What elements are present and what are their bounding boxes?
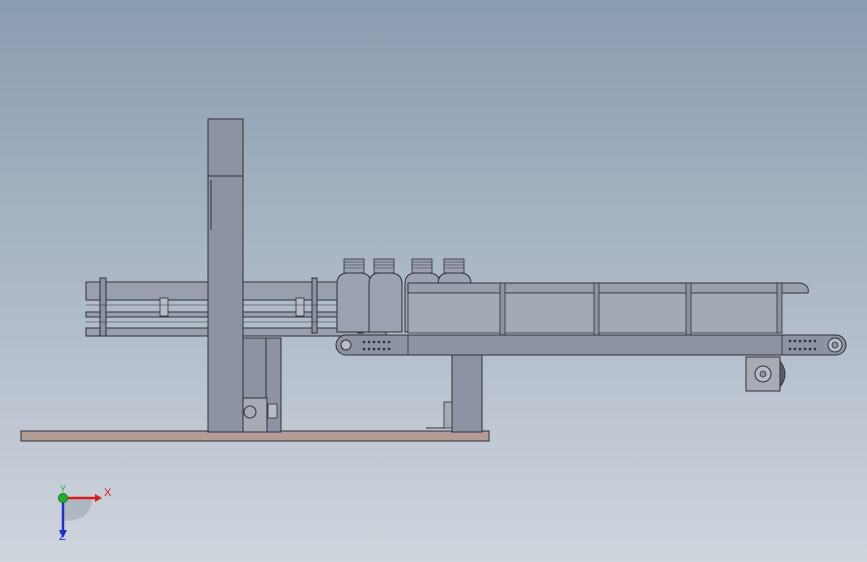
- right-conveyor: [335, 282, 847, 356]
- cad-viewport[interactable]: X Y Z: [0, 0, 867, 562]
- z-axis-label: Z: [59, 531, 66, 543]
- drive-motor: [745, 356, 786, 392]
- machine-side-view[interactable]: [0, 0, 867, 562]
- bottle: [368, 258, 403, 333]
- bottle: [336, 258, 372, 333]
- y-axis-dot: [58, 493, 68, 503]
- x-axis-label: X: [104, 487, 112, 499]
- vertical-column: [207, 118, 282, 433]
- support-leg: [426, 354, 483, 433]
- y-axis-label: Y: [60, 484, 67, 494]
